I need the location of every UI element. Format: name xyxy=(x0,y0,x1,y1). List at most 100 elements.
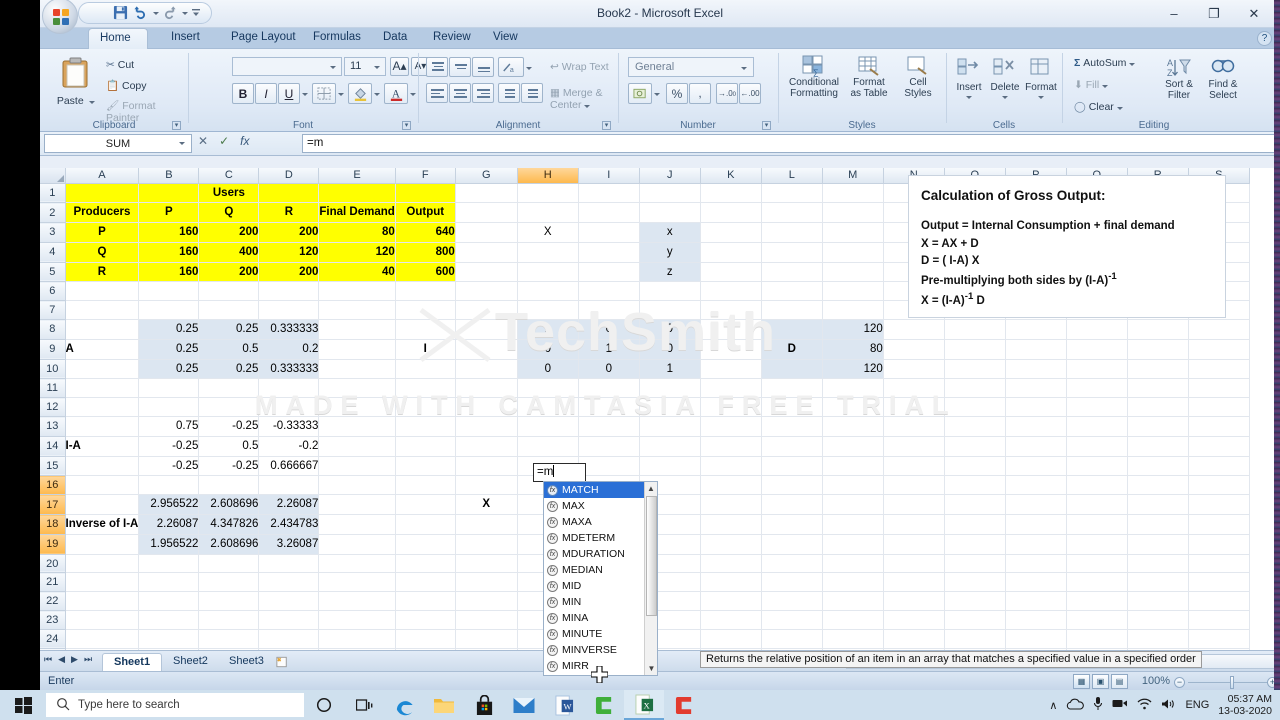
tab-view[interactable]: View xyxy=(482,28,529,49)
cell-R9[interactable] xyxy=(1127,339,1189,360)
cell-N10[interactable] xyxy=(883,359,945,380)
cell-G15[interactable] xyxy=(455,456,518,477)
format-cells-button[interactable]: Format xyxy=(1024,57,1058,100)
formula-input[interactable]: =m xyxy=(302,134,1276,153)
fill-color-button[interactable] xyxy=(348,83,372,104)
align-middle-button[interactable] xyxy=(449,57,471,77)
clear-caret[interactable] xyxy=(1116,107,1123,110)
cell-J15[interactable] xyxy=(639,456,701,477)
task-view-icon[interactable] xyxy=(344,690,384,720)
cell-O18[interactable] xyxy=(944,514,1006,535)
row-header-4[interactable]: 4 xyxy=(40,242,66,263)
cell-K6[interactable] xyxy=(700,281,762,302)
cell-L5[interactable] xyxy=(761,262,823,283)
cell-B8[interactable]: 0.25 xyxy=(138,319,200,340)
cell-R24[interactable] xyxy=(1127,629,1189,649)
cell-K20[interactable] xyxy=(700,554,762,574)
cell-Q21[interactable] xyxy=(1066,572,1128,593)
cell-A19[interactable] xyxy=(65,534,140,555)
row-header-18[interactable]: 18 xyxy=(40,514,66,535)
camtasia-recorder-icon[interactable] xyxy=(664,690,704,720)
autocomplete-scrollbar[interactable]: ▲ ▼ xyxy=(644,482,657,675)
cell-B9[interactable]: 0.25 xyxy=(138,339,200,360)
cell-F8[interactable] xyxy=(395,319,456,340)
cell-O8[interactable] xyxy=(944,319,1006,340)
cell-C6[interactable] xyxy=(198,281,260,302)
cell-J11[interactable] xyxy=(639,378,701,399)
cell-B5[interactable]: 160 xyxy=(138,262,200,283)
cell-R17[interactable] xyxy=(1127,494,1189,516)
cell-D11[interactable] xyxy=(258,378,320,399)
cell-M4[interactable] xyxy=(822,242,884,263)
cell-A24[interactable] xyxy=(65,629,140,649)
cell-F22[interactable] xyxy=(395,591,456,612)
align-top-button[interactable] xyxy=(426,57,448,77)
tab-formulas[interactable]: Formulas xyxy=(302,28,372,49)
cell-C9[interactable]: 0.5 xyxy=(198,339,260,360)
cell-L10[interactable] xyxy=(761,359,823,380)
col-header-E[interactable]: E xyxy=(318,168,396,184)
cell-S14[interactable] xyxy=(1188,436,1250,457)
cell-A13[interactable] xyxy=(65,416,140,437)
cell-K19[interactable] xyxy=(700,534,762,555)
cell-F9[interactable]: I xyxy=(395,339,456,360)
bold-button[interactable]: B xyxy=(232,83,254,104)
insert-cells-button[interactable]: Insert xyxy=(952,57,986,100)
cell-K17[interactable] xyxy=(700,494,762,516)
cell-O11[interactable] xyxy=(944,378,1006,399)
cell-A10[interactable] xyxy=(65,359,140,380)
row-header-21[interactable]: 21 xyxy=(40,572,66,593)
file-explorer-icon[interactable] xyxy=(424,690,464,720)
cell-B15[interactable]: -0.25 xyxy=(138,456,200,477)
col-header-J[interactable]: J xyxy=(639,168,701,184)
cell-E17[interactable] xyxy=(318,494,396,516)
cell-A7[interactable] xyxy=(65,300,140,321)
cell-K4[interactable] xyxy=(700,242,762,263)
cell-I15[interactable] xyxy=(578,456,640,477)
cell-C13[interactable]: -0.25 xyxy=(198,416,260,437)
cell-M18[interactable] xyxy=(822,514,884,535)
cell-E9[interactable] xyxy=(318,339,396,360)
cell-D20[interactable] xyxy=(258,554,320,574)
cell-E16[interactable] xyxy=(318,475,396,496)
autosum-button[interactable]: Σ AutoSum xyxy=(1074,57,1136,69)
cell-N18[interactable] xyxy=(883,514,945,535)
cell-E6[interactable] xyxy=(318,281,396,302)
cell-G5[interactable] xyxy=(455,262,518,283)
cell-C2[interactable]: Q xyxy=(198,202,260,224)
insert-function-icon[interactable]: fx xyxy=(240,134,249,148)
cell-D17[interactable]: 2.26087 xyxy=(258,494,320,516)
comma-style-button[interactable]: , xyxy=(689,83,711,104)
taskbar-search-input[interactable]: Type here to search xyxy=(46,693,304,717)
zoom-slider-handle[interactable] xyxy=(1230,676,1234,689)
cell-G23[interactable] xyxy=(455,610,518,630)
scrollbar-thumb[interactable] xyxy=(646,496,657,616)
cell-N16[interactable] xyxy=(883,475,945,496)
cell-S15[interactable] xyxy=(1188,456,1250,477)
autocomplete-item-min[interactable]: fx MIN xyxy=(544,594,657,610)
cell-C3[interactable]: 200 xyxy=(198,222,260,243)
cell-K13[interactable] xyxy=(700,416,762,437)
page-layout-view-button[interactable]: ▣ xyxy=(1092,674,1109,689)
cell-E2[interactable]: Final Demand xyxy=(318,202,396,224)
cell-L11[interactable] xyxy=(761,378,823,399)
cell-S17[interactable] xyxy=(1188,494,1250,516)
col-header-K[interactable]: K xyxy=(700,168,762,184)
cell-Q13[interactable] xyxy=(1066,416,1128,437)
fill-caret[interactable] xyxy=(1102,85,1109,88)
cell-C14[interactable]: 0.5 xyxy=(198,436,260,457)
underline-caret[interactable] xyxy=(302,93,308,96)
cell-C23[interactable] xyxy=(198,610,260,630)
font-color-caret[interactable] xyxy=(410,93,416,96)
cell-I11[interactable] xyxy=(578,378,640,399)
cell-B23[interactable] xyxy=(138,610,200,630)
cell-E4[interactable]: 120 xyxy=(318,242,396,263)
cell-A4[interactable]: Q xyxy=(65,242,140,263)
cell-J9[interactable]: 0 xyxy=(639,339,701,360)
merge-center-caret[interactable] xyxy=(584,105,591,108)
cell-N19[interactable] xyxy=(883,534,945,555)
cell-C17[interactable]: 2.608696 xyxy=(198,494,260,516)
cell-G13[interactable] xyxy=(455,416,518,437)
clock[interactable]: 05:37 AM 13-03-2020 xyxy=(1218,693,1272,717)
camera-icon[interactable] xyxy=(1112,698,1128,712)
